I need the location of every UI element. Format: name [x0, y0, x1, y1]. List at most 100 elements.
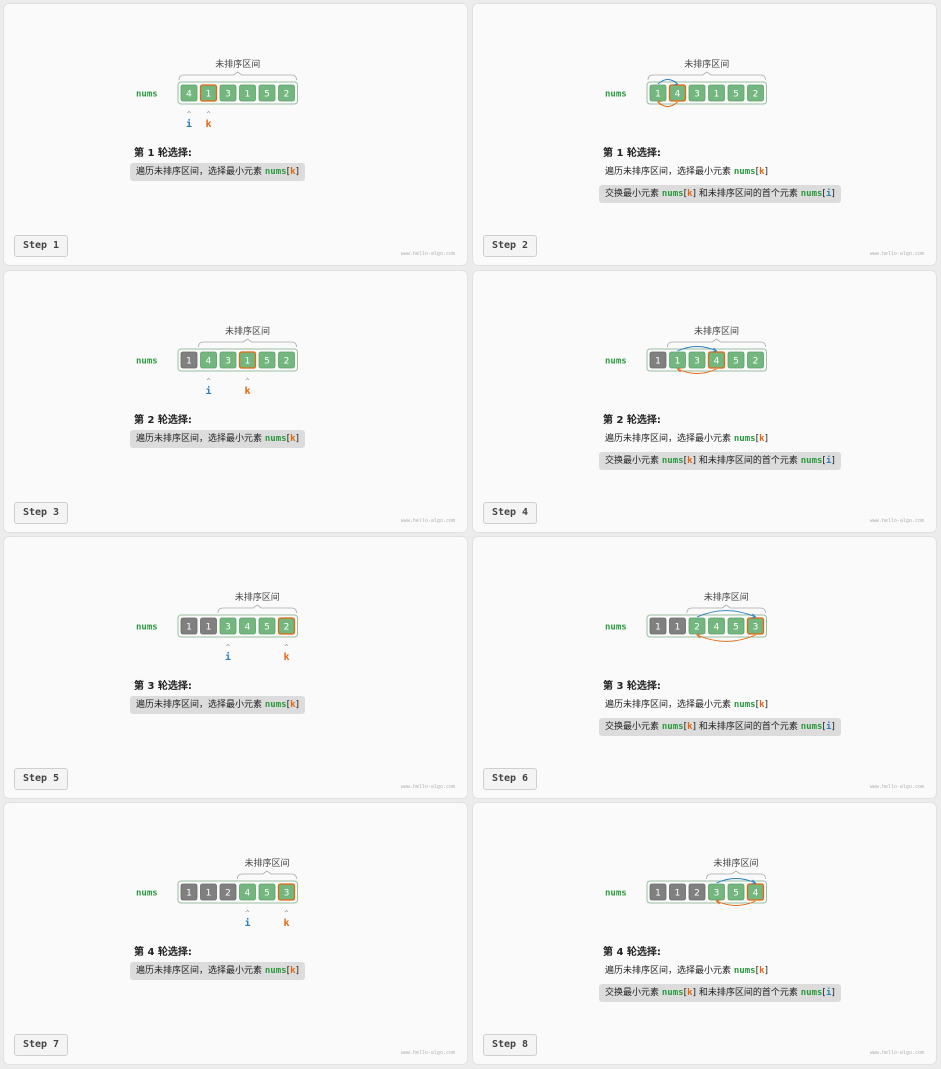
- code-nums: nums: [800, 988, 823, 998]
- watermark: www.hello-algo.com: [869, 1050, 924, 1056]
- array-cell-value: 4: [714, 623, 720, 633]
- unsorted-bracket: [686, 604, 766, 614]
- swap-instruction: 交换最小元素 nums[k] 和未排序区间的首个元素 nums[i]: [599, 452, 841, 470]
- step-button[interactable]: Step 7: [14, 1034, 68, 1056]
- code-nums: nums: [800, 189, 823, 199]
- array-diagram: nums 未排序区间 1 4 3 1 5 2: [605, 58, 767, 107]
- array-diagram: nums未排序区间1 1 3 4 5 2^i^k: [136, 591, 298, 663]
- traverse-instruction: 遍历未排序区间，选择最小元素 nums[k]: [599, 430, 774, 448]
- array-cell-value: 1: [675, 623, 681, 633]
- bracket: ]: [764, 966, 769, 976]
- step-button[interactable]: Step 4: [483, 502, 537, 524]
- round-title: 第 3 轮选择:: [603, 681, 661, 692]
- step-panel: nums 未排序区间 1 1 3 4 5 2 ^ i ^ k 第 3 轮选择: 遍历未排序区间，选择最小元…: [3, 536, 468, 799]
- array-cell-value: 1: [186, 889, 192, 899]
- bracket: ]: [831, 722, 835, 732]
- array-cell-value: 5: [264, 889, 270, 899]
- array-cell-value: 2: [225, 889, 231, 899]
- array-cell-value: 1: [206, 623, 212, 633]
- code-nums: nums: [733, 434, 756, 444]
- round-title: 第 4 轮选择:: [603, 947, 661, 958]
- array-cell-value: 1: [655, 357, 661, 367]
- unsorted-label: 未排序区间: [684, 58, 729, 70]
- swap-instruction: 交换最小元素 nums[k] 和未排序区间的首个元素 nums[i]: [599, 185, 841, 203]
- traverse-instruction: 遍历未排序区间，选择最小元素 nums[k]: [130, 163, 306, 181]
- instruction-text: ] 和未排序区间的首个元素: [692, 456, 801, 466]
- pointer-k: k: [244, 386, 250, 397]
- step-button[interactable]: Step 8: [483, 1034, 537, 1056]
- array-cell-value: 1: [655, 889, 661, 899]
- step-button[interactable]: Step 6: [483, 768, 537, 790]
- unsorted-bracket: [706, 870, 766, 880]
- unsorted-bracket: [667, 338, 766, 348]
- nums-label: nums: [136, 357, 158, 367]
- traverse-instruction: 遍历未排序区间，选择最小元素 nums[k]: [130, 962, 306, 980]
- step-button[interactable]: Step 3: [14, 502, 68, 524]
- unsorted-label: 未排序区间: [713, 857, 758, 869]
- array-cell-value: 5: [733, 623, 739, 633]
- instruction-text: 遍历未排序区间，选择最小元素: [136, 966, 265, 976]
- bracket: ]: [295, 966, 300, 976]
- step-panel: nums 未排序区间 1 1 2 4 5 3 ^ i ^ k 第 4 轮选择: 遍历未排序区间，选择最小元…: [3, 802, 468, 1065]
- round-title: 第 1 轮选择:: [134, 148, 192, 159]
- unsorted-label: 未排序区间: [235, 591, 280, 603]
- unsorted-label: 未排序区间: [225, 325, 270, 337]
- array-diagram: nums 未排序区间 1 1 3 4 5 2: [605, 325, 767, 374]
- array-cell-value: 3: [225, 90, 231, 100]
- step-button[interactable]: Step 2: [483, 235, 537, 257]
- traverse-instruction: 遍历未排序区间，选择最小元素 nums[k]: [130, 430, 306, 448]
- array-cell-value: 1: [714, 90, 720, 100]
- array-cell-value: 3: [753, 623, 759, 633]
- array-cell-value: 3: [225, 623, 231, 633]
- code-nums: nums: [733, 700, 756, 710]
- step-button[interactable]: Step 1: [14, 235, 68, 257]
- unsorted-bracket: [647, 71, 766, 81]
- code-nums: nums: [800, 456, 823, 466]
- array-cell-value: 2: [753, 357, 759, 367]
- array-cell-value: 1: [245, 90, 251, 100]
- array-diagram: nums 未排序区间 1 1 2 3 5 4: [605, 857, 767, 906]
- pointer-caret: ^: [206, 378, 211, 385]
- step-button[interactable]: Step 5: [14, 768, 68, 790]
- instruction-text: 交换最小元素: [605, 456, 662, 466]
- swap-arc-bottom: [696, 634, 756, 642]
- pointer-caret: ^: [206, 111, 211, 118]
- pointer-caret: ^: [245, 910, 250, 917]
- array-cell-value: 2: [694, 623, 700, 633]
- nums-label: nums: [605, 357, 627, 367]
- code-nums: nums: [800, 722, 823, 732]
- array-cell-value: 1: [186, 357, 192, 367]
- array-cell-value: 5: [733, 357, 739, 367]
- unsorted-label: 未排序区间: [244, 857, 289, 869]
- nums-label: nums: [136, 889, 158, 899]
- swap-arc-top: [696, 610, 756, 618]
- bracket: ]: [295, 167, 300, 177]
- array-cell-value: 5: [264, 90, 270, 100]
- array-cell-value: 3: [225, 357, 231, 367]
- array-cell-value: 5: [264, 623, 270, 633]
- instruction-text: 遍历未排序区间，选择最小元素: [136, 700, 265, 710]
- pointer-caret: ^: [245, 378, 250, 385]
- array-cell-value: 4: [206, 357, 212, 367]
- nums-label: nums: [136, 623, 158, 633]
- instruction-text: 遍历未排序区间，选择最小元素: [605, 966, 734, 976]
- nums-label: nums: [605, 889, 627, 899]
- array-cell-value: 3: [694, 90, 700, 100]
- nums-label: nums: [605, 623, 627, 633]
- code-nums: nums: [661, 189, 684, 199]
- array-cell-value: 1: [675, 357, 681, 367]
- unsorted-bracket: [217, 604, 297, 614]
- array-cell-value: 4: [245, 623, 251, 633]
- bracket: ]: [831, 456, 835, 466]
- instruction-text: 遍历未排序区间，选择最小元素: [136, 167, 265, 177]
- step-panel: nums 未排序区间 4 1 3 1 5 2 ^ i ^ k 第 1 轮选择: 遍历未排序区间，选择最小元…: [3, 3, 468, 266]
- array-cell-value: 4: [753, 889, 759, 899]
- instruction-text: ] 和未排序区间的首个元素: [692, 722, 801, 732]
- unsorted-label: 未排序区间: [215, 58, 260, 70]
- array-diagram: nums 未排序区间 1 1 2 4 5 3: [605, 591, 767, 642]
- array-cell-value: 2: [284, 623, 290, 633]
- array-diagram: nums未排序区间1 1 2 4 5 3^i^k: [136, 857, 298, 929]
- unsorted-bracket: [178, 71, 297, 81]
- array-cell-value: 2: [753, 90, 759, 100]
- nums-label: nums: [605, 90, 627, 100]
